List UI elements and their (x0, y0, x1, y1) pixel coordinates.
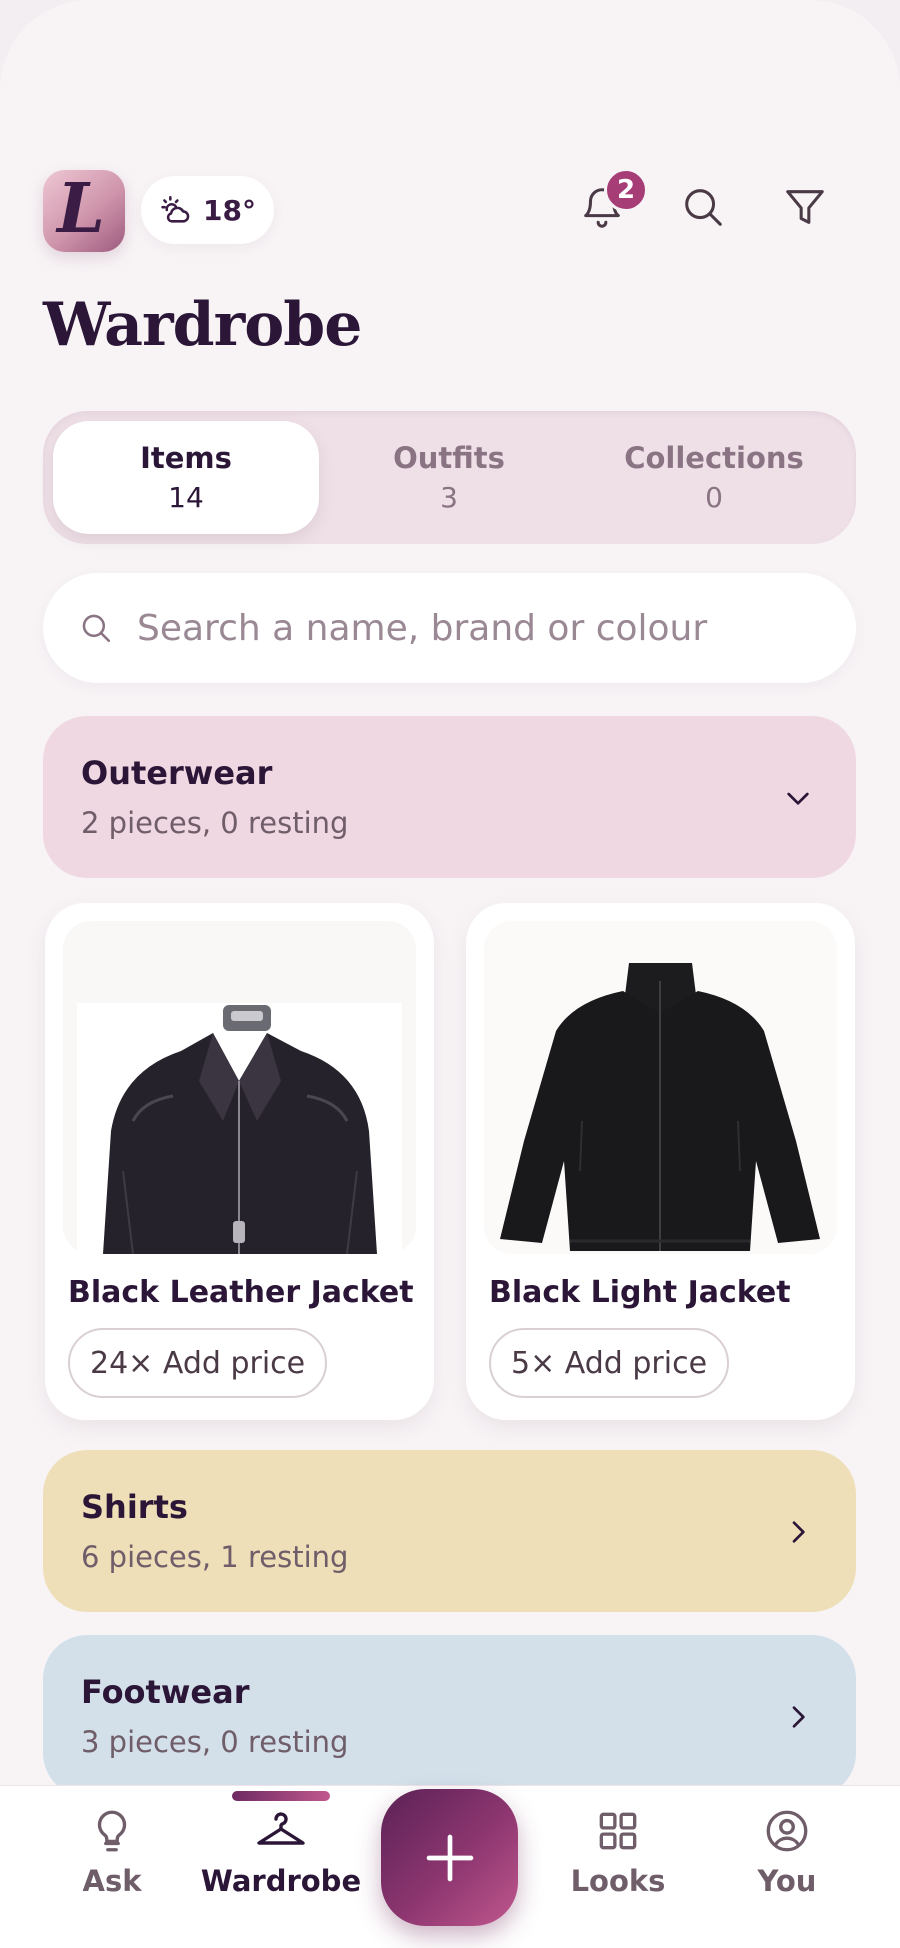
tab-label: Collections (624, 441, 804, 475)
category-summary: 2 pieces, 0 resting (81, 806, 349, 840)
tab-count: 14 (168, 481, 204, 514)
nav-ask[interactable]: Ask (32, 1806, 192, 1898)
lightbulb-icon (97, 1810, 127, 1852)
filter-button[interactable] (778, 180, 832, 234)
tab-count: 3 (440, 481, 458, 514)
app-screen: L 18° 2 Wardrobe Items 14 Outfits 3 Coll… (0, 0, 900, 1948)
item-card-black-leather-jacket[interactable]: Black Leather Jacket 24× Add price (45, 903, 434, 1420)
user-circle-icon (766, 1810, 808, 1852)
nav-label: Looks (570, 1864, 666, 1898)
search-bar[interactable] (43, 573, 856, 683)
nav-label: Ask (82, 1864, 142, 1898)
nav-wardrobe[interactable]: Wardrobe (201, 1806, 361, 1898)
nav-looks[interactable]: Looks (538, 1806, 698, 1898)
notification-badge: 2 (604, 168, 648, 212)
app-logo[interactable]: L (43, 170, 125, 252)
category-shirts[interactable]: Shirts 6 pieces, 1 resting (43, 1450, 856, 1612)
hanger-icon (257, 1812, 305, 1845)
grid-icon (599, 1812, 637, 1850)
tab-outfits[interactable]: Outfits 3 (316, 421, 582, 534)
segmented-tabs: Items 14 Outfits 3 Collections 0 (43, 411, 856, 544)
category-name: Outerwear (81, 754, 273, 792)
add-price-button[interactable]: 5× Add price (489, 1328, 730, 1398)
item-name: Black Light Jacket (489, 1275, 791, 1310)
search-icon (82, 614, 111, 643)
weather-chip[interactable]: 18° (141, 176, 274, 244)
nav-label: Wardrobe (200, 1864, 362, 1898)
weather-temperature: 18° (203, 193, 256, 227)
category-footwear[interactable]: Footwear 3 pieces, 0 resting (43, 1635, 856, 1797)
tab-label: Items (140, 441, 232, 475)
add-item-button[interactable] (381, 1789, 518, 1926)
tab-items[interactable]: Items 14 (53, 421, 319, 534)
item-photo (63, 921, 416, 1254)
chevron-right-icon[interactable] (778, 1697, 818, 1737)
filter-icon (786, 190, 824, 224)
category-summary: 6 pieces, 1 resting (81, 1540, 349, 1574)
active-tab-indicator (232, 1791, 330, 1801)
search-input[interactable] (137, 607, 817, 649)
item-photo (484, 921, 837, 1254)
nav-you[interactable]: You (707, 1806, 867, 1898)
search-icon (685, 189, 722, 226)
category-outerwear[interactable]: Outerwear 2 pieces, 0 resting (43, 716, 856, 878)
logo-letter: L (57, 169, 105, 249)
page-title: Wardrobe (43, 290, 362, 360)
category-summary: 3 pieces, 0 resting (81, 1725, 349, 1759)
chevron-down-icon[interactable] (778, 778, 818, 818)
item-name: Black Leather Jacket (68, 1275, 414, 1310)
tab-label: Outfits (393, 441, 505, 475)
search-button[interactable] (676, 180, 730, 234)
add-price-button[interactable]: 24× Add price (68, 1328, 328, 1398)
plus-icon (426, 1834, 473, 1881)
cloud-sun-icon (161, 195, 190, 223)
tab-collections[interactable]: Collections 0 (581, 421, 847, 534)
nav-label: You (757, 1864, 817, 1898)
category-name: Footwear (81, 1673, 250, 1711)
chevron-right-icon[interactable] (778, 1512, 818, 1552)
category-name: Shirts (81, 1488, 188, 1526)
item-card-black-light-jacket[interactable]: Black Light Jacket 5× Add price (466, 903, 855, 1420)
tab-count: 0 (705, 481, 723, 514)
